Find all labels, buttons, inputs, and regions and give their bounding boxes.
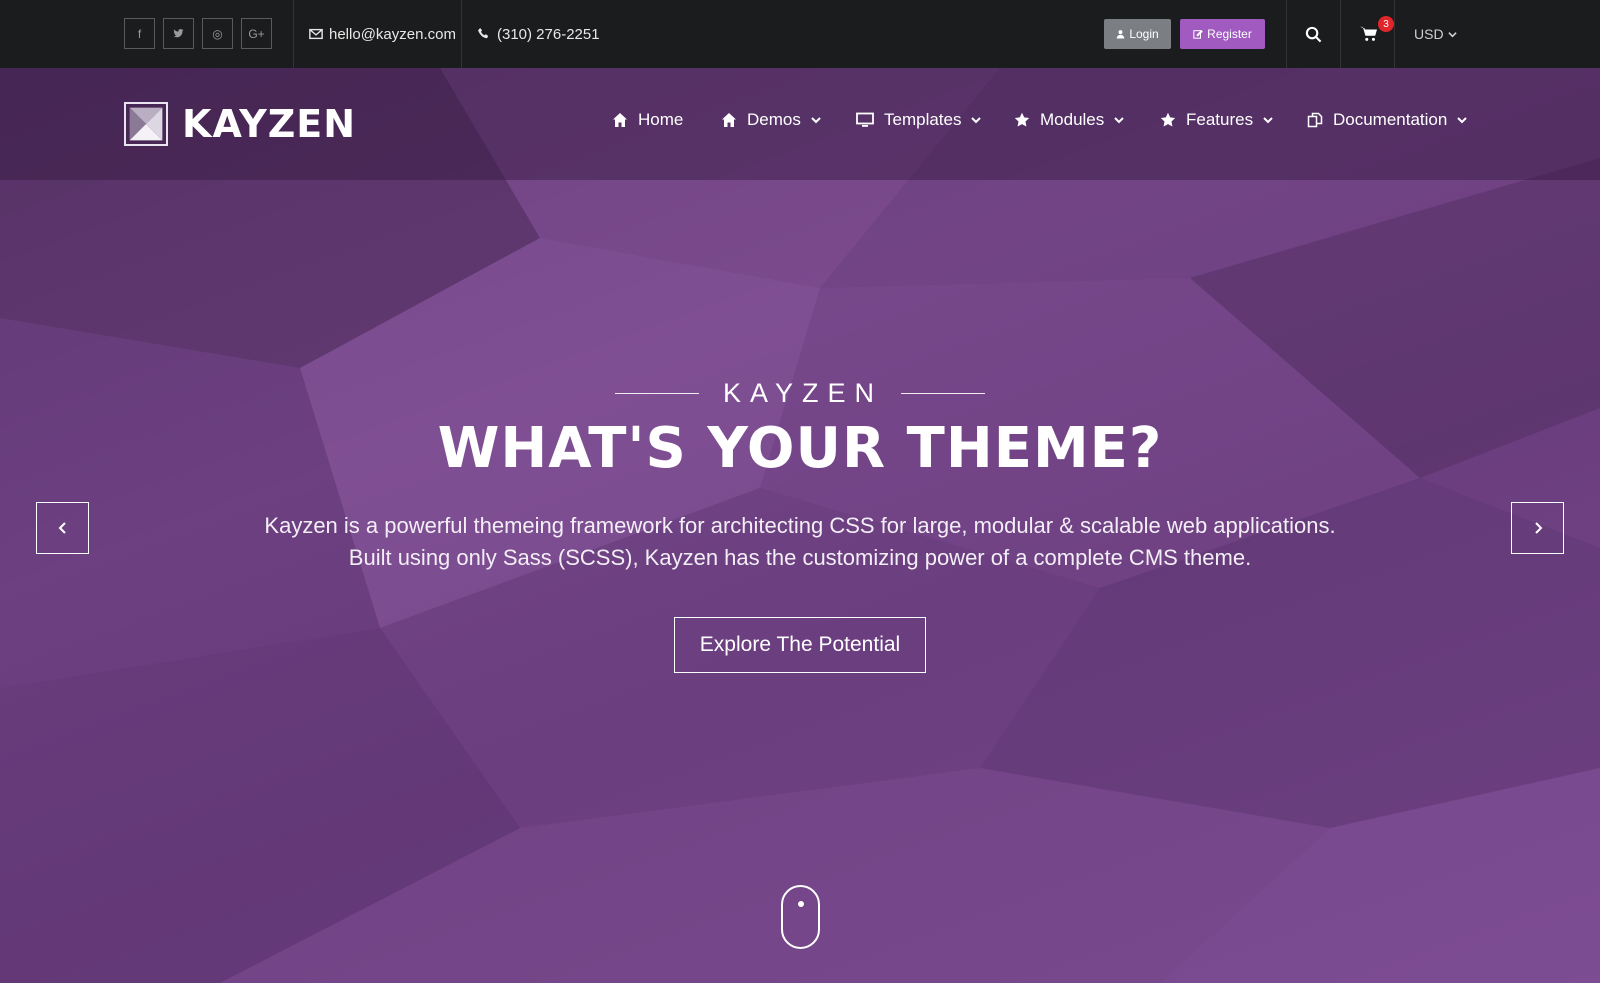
nav-item-modules[interactable]: Modules <box>1014 110 1124 130</box>
eyebrow-text: KAYZEN <box>722 378 884 408</box>
nav-item-home[interactable]: Home <box>612 110 683 130</box>
currency-selector[interactable]: USD <box>1414 0 1457 68</box>
star-icon <box>1160 112 1176 127</box>
facebook-icon[interactable]: f <box>124 18 155 49</box>
cart-icon <box>1360 26 1377 41</box>
hero-description: Kayzen is a powerful themeing framework … <box>200 510 1400 574</box>
divider <box>1286 0 1287 68</box>
user-icon <box>1117 30 1125 39</box>
mouse-wheel-dot <box>798 901 804 907</box>
top-bar: f ◎ G+ hello@kayzen.com (310) 276-2251 L… <box>0 0 1600 68</box>
nav-item-label: Home <box>638 110 684 129</box>
monitor-icon <box>856 112 874 127</box>
chevron-down-icon <box>1114 117 1124 124</box>
brand-name: KAYZEN <box>182 102 357 146</box>
chevron-left-icon <box>58 522 66 534</box>
logo-mark-icon <box>124 102 168 146</box>
search-button[interactable] <box>1300 0 1326 68</box>
cart-count-badge: 3 <box>1378 16 1394 32</box>
twitter-icon[interactable] <box>163 18 194 49</box>
nav-item-demos[interactable]: Demos <box>721 110 821 130</box>
documents-icon <box>1307 112 1323 128</box>
login-button[interactable]: Login <box>1104 19 1171 49</box>
divider <box>1394 0 1395 68</box>
scroll-down-mouse-icon[interactable] <box>781 885 820 949</box>
nav-item-label: Modules <box>1040 110 1105 129</box>
register-label: Register <box>1207 27 1252 41</box>
social-links: f ◎ G+ <box>124 18 272 49</box>
home-icon <box>613 113 627 127</box>
explore-potential-button[interactable]: Explore The Potential <box>674 617 926 673</box>
nav-item-label: Documentation <box>1333 110 1448 129</box>
register-button[interactable]: Register <box>1180 19 1265 49</box>
email-link[interactable]: hello@kayzen.com <box>309 0 456 68</box>
hero-headline: WHAT'S YOUR THEME? <box>437 416 1163 481</box>
email-text: hello@kayzen.com <box>329 25 456 43</box>
chevron-down-icon <box>1263 117 1273 124</box>
phone-text: (310) 276-2251 <box>497 25 600 43</box>
eyebrow-rule-left <box>614 393 699 394</box>
cart-button[interactable]: 3 <box>1356 0 1394 68</box>
edit-icon <box>1193 29 1204 39</box>
currency-value: USD <box>1414 26 1444 42</box>
divider <box>461 0 462 68</box>
envelope-icon <box>309 28 323 40</box>
login-label: Login <box>1129 27 1159 41</box>
hero-description-line-1: Kayzen is a powerful themeing framework … <box>264 513 1336 538</box>
dribbble-icon[interactable]: ◎ <box>202 18 233 49</box>
chevron-down-icon <box>1457 117 1468 124</box>
divider <box>1340 0 1341 68</box>
star-icon <box>1014 112 1030 127</box>
nav-item-label: Demos <box>747 110 801 129</box>
divider <box>293 0 294 68</box>
brand-logo[interactable]: KAYZEN <box>124 102 356 146</box>
nav-item-label: Templates <box>884 110 962 129</box>
nav-item-templates[interactable]: Templates <box>856 110 982 130</box>
nav-item-features[interactable]: Features <box>1160 110 1273 130</box>
nav-item-label: Features <box>1186 110 1254 129</box>
chevron-down-icon <box>811 117 821 124</box>
home-icon <box>722 113 736 127</box>
phone-icon <box>478 28 489 39</box>
slider-next-button[interactable] <box>1511 502 1564 554</box>
chevron-right-icon <box>1534 522 1542 534</box>
eyebrow-rule-right <box>901 393 986 394</box>
hero-description-line-2: Built using only Sass (SCSS), Kayzen has… <box>348 545 1252 570</box>
google-plus-icon[interactable]: G+ <box>241 18 272 49</box>
search-icon <box>1305 26 1321 42</box>
slider-prev-button[interactable] <box>36 502 89 554</box>
phone-link[interactable]: (310) 276-2251 <box>477 0 600 68</box>
hero-slider: KAYZEN Home Demos Templates Modules Feat… <box>0 68 1600 983</box>
chevron-down-icon <box>1447 31 1457 37</box>
chevron-down-icon <box>971 117 982 124</box>
nav-item-documentation[interactable]: Documentation <box>1307 110 1468 130</box>
hero-eyebrow: KAYZEN <box>0 378 1600 409</box>
